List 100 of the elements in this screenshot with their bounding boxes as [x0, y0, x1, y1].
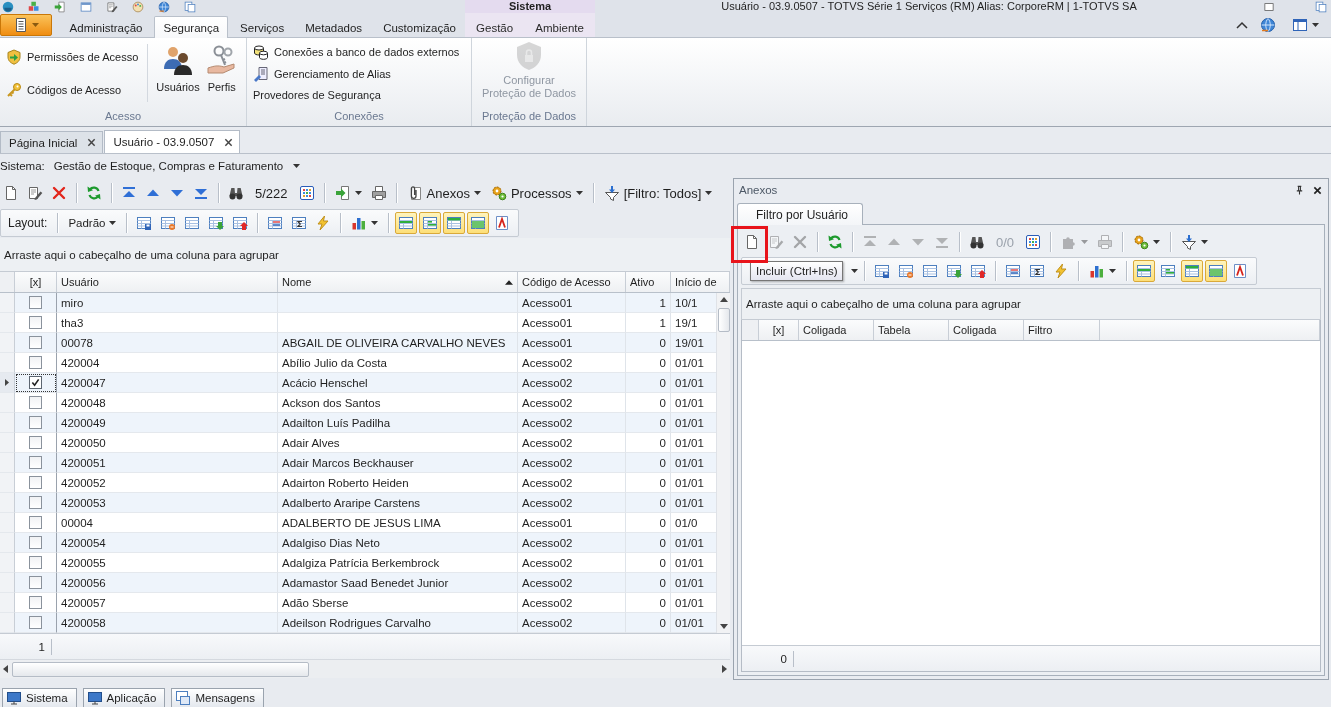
table-cell: 0 [626, 333, 671, 353]
scroll-right-icon[interactable] [722, 665, 727, 673]
checkbox[interactable] [29, 596, 42, 609]
summary-value: 1 [0, 638, 52, 655]
ribbon-tab[interactable]: Administração [60, 16, 152, 38]
table-cell: Acesso02 [518, 413, 626, 433]
column-header[interactable]: Filtro [1024, 320, 1100, 340]
page-arrow-icon[interactable] [54, 0, 66, 13]
scroll-thumb[interactable] [12, 661, 309, 677]
toggle-button[interactable] [443, 212, 466, 234]
vertical-scrollbar[interactable] [716, 293, 730, 633]
bottom-tab[interactable]: Mensagens [171, 688, 264, 707]
close-icon[interactable] [87, 138, 97, 147]
column-header[interactable]: Ativo [626, 272, 671, 292]
checkbox[interactable] [29, 376, 42, 389]
page-pencil-icon [27, 185, 43, 201]
caret-icon [1109, 269, 1116, 273]
globe-icon[interactable] [1260, 17, 1276, 33]
table-cell: Acesso02 [518, 493, 626, 513]
table-cell: 1 [626, 293, 671, 313]
horizontal-scrollbar[interactable] [0, 659, 730, 678]
close-icon[interactable] [224, 137, 234, 147]
scroll-left-icon[interactable] [3, 665, 8, 673]
scroll-up-icon[interactable] [719, 297, 728, 302]
ribbon-tab[interactable]: Serviços [231, 16, 294, 38]
checkbox[interactable] [29, 336, 42, 349]
pin-icon[interactable] [1295, 185, 1304, 195]
checkbox[interactable] [29, 516, 42, 529]
checkbox[interactable] [29, 436, 42, 449]
checkbox[interactable] [29, 356, 42, 369]
processes-button[interactable]: Processos [486, 182, 587, 204]
ribbon-large-button[interactable]: Usuários [153, 38, 203, 108]
ribbon-tab[interactable]: Segurança [154, 16, 229, 38]
ribbon-tab[interactable]: Customização [374, 16, 465, 38]
table-remove-icon [898, 263, 914, 279]
column-header[interactable]: Nome [278, 272, 518, 292]
ribbon-button[interactable]: Provedores de Segurança [249, 84, 464, 106]
column-header[interactable]: Usuário [57, 272, 278, 292]
checkbox[interactable] [29, 396, 42, 409]
checkbox[interactable] [29, 456, 42, 469]
close-icon[interactable] [1313, 185, 1322, 195]
document-tab[interactable]: Página Inicial [0, 131, 104, 153]
pages-icon[interactable] [184, 0, 196, 13]
checkbox[interactable] [29, 496, 42, 509]
checkbox[interactable] [29, 316, 42, 329]
column-header[interactable]: Tabela [874, 320, 949, 340]
square-icon[interactable] [1263, 0, 1275, 13]
layout-dropdown[interactable]: Padrão [64, 212, 121, 234]
ribbon-tab[interactable]: Ambiente [526, 16, 593, 38]
ribbon-tab[interactable]: Metadados [296, 16, 372, 38]
ribbon-button[interactable]: Permissões de Acesso [2, 44, 143, 69]
column-header[interactable]: [x] [15, 272, 57, 292]
toggle-button[interactable] [1181, 260, 1203, 282]
toggle-button[interactable] [1133, 260, 1155, 282]
column-header[interactable]: Código de Acesso [518, 272, 626, 292]
checkbox[interactable] [29, 556, 42, 569]
panel-tab[interactable]: Filtro por Usuário [737, 203, 864, 225]
system-dropdown[interactable]: Gestão de Estoque, Compras e Faturamento [52, 159, 305, 173]
record-counter: 5/222 [254, 185, 289, 201]
caret-icon[interactable] [851, 269, 858, 273]
page-pencil-icon[interactable] [106, 0, 118, 13]
window-icon[interactable] [80, 0, 92, 13]
row-header[interactable] [0, 373, 15, 393]
bottom-tab[interactable]: Aplicação [82, 688, 166, 707]
globe-icon[interactable] [158, 0, 170, 13]
chevron-up-icon[interactable] [1236, 21, 1248, 29]
ribbon-button[interactable]: Códigos de Acesso [2, 77, 143, 102]
palette-icon[interactable] [132, 0, 144, 13]
checkbox[interactable] [29, 576, 42, 589]
toggle-button[interactable] [395, 212, 418, 234]
column-header[interactable]: Início de [671, 272, 730, 292]
app-menu-button[interactable] [0, 14, 52, 36]
scroll-down-icon[interactable] [719, 624, 728, 629]
ribbon-tab[interactable]: Gestão [467, 16, 523, 38]
ribbon-large-button[interactable]: Perfis [202, 38, 241, 108]
key-icon [6, 81, 22, 98]
checkbox[interactable] [29, 296, 42, 309]
record-counter: 0/0 [995, 234, 1016, 250]
checkbox[interactable] [29, 616, 42, 629]
column-header[interactable]: Coligada [949, 320, 1024, 340]
toggle-button[interactable] [1205, 260, 1227, 282]
pages-icon[interactable] [1315, 0, 1327, 13]
scroll-thumb[interactable] [717, 308, 730, 332]
checkbox[interactable] [29, 536, 42, 549]
column-header[interactable]: Coligada [799, 320, 874, 340]
toggle-button[interactable] [467, 212, 490, 234]
toggle-button[interactable] [419, 212, 442, 234]
ribbon-button[interactable]: Conexões a banco de dados externos [249, 41, 464, 63]
layout-label: Layout: [7, 216, 49, 230]
blocks-icon[interactable] [28, 0, 40, 13]
checkbox[interactable] [29, 416, 42, 429]
document-tab[interactable]: Usuário - 03.9.0507 [104, 130, 241, 153]
caret-icon [292, 164, 300, 168]
column-header[interactable]: [x] [759, 320, 799, 340]
sphere-icon[interactable] [2, 0, 14, 13]
checkbox[interactable] [29, 476, 42, 489]
ribbon-button[interactable]: Gerenciamento de Alias [249, 62, 464, 85]
attachments-button[interactable]: Anexos [402, 182, 485, 204]
bottom-tab[interactable]: Sistema [2, 688, 77, 707]
filter-button[interactable]: [Filtro: Todos] [599, 182, 717, 204]
